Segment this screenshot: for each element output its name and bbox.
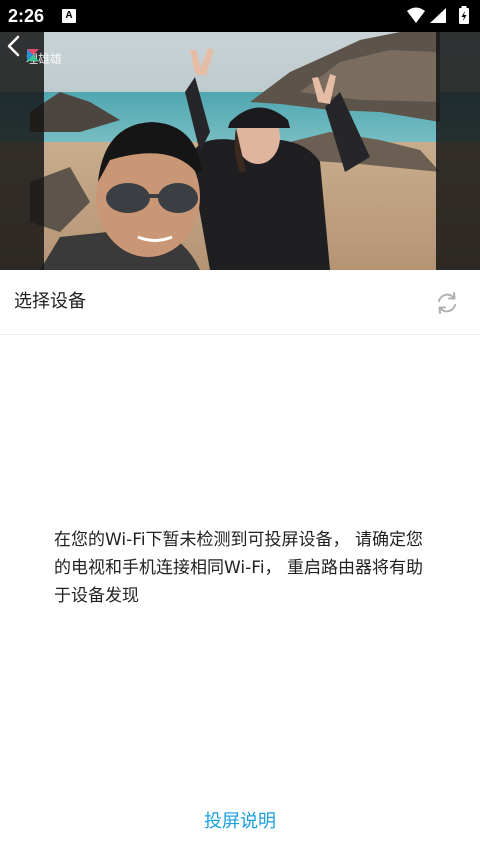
notification-icon: A [62, 9, 76, 23]
video-watermark: 埋雄雄 [26, 48, 62, 68]
back-arrow-icon[interactable] [0, 32, 28, 60]
battery-icon [459, 6, 469, 24]
status-icons [406, 6, 472, 26]
signal-icon [430, 8, 446, 23]
cast-help-link[interactable]: 投屏说明 [0, 808, 480, 836]
status-bar: 2:26 A [0, 0, 480, 32]
no-device-message: 在您的Wi-Fi下暂未检测到可投屏设备， 请确定您的电视和手机连接相同Wi-Fi… [54, 530, 423, 606]
watermark-logo-icon [27, 49, 39, 61]
video-frame [0, 32, 480, 270]
refresh-icon[interactable] [434, 290, 460, 316]
device-list-header: 选择设备 [0, 270, 480, 335]
wifi-icon [407, 7, 425, 23]
status-time: 2:26 [8, 6, 45, 26]
device-list-title: 选择设备 [14, 291, 86, 312]
video-preview[interactable]: 埋雄雄 [0, 32, 480, 270]
